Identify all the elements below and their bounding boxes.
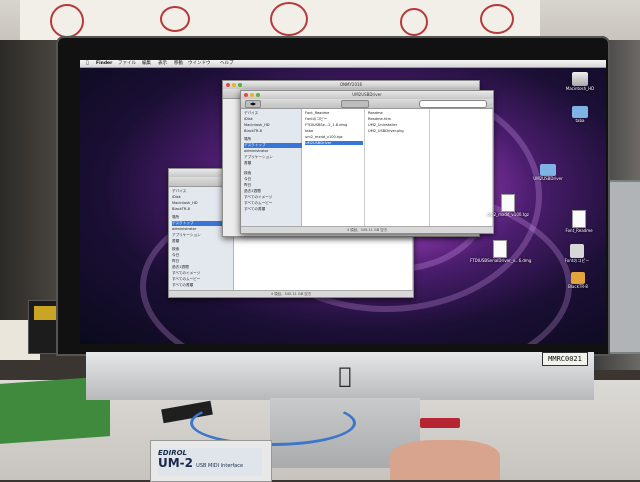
window-status-bar: 4 項目、545.11 GB 空き [241,226,493,233]
sidebar-item-documents[interactable]: すべての書類 [172,283,193,288]
sidebar-item-movies[interactable]: すべてのムービー [172,277,200,282]
menu-help[interactable]: ヘルプ [220,60,234,67]
sidebar-item-documents[interactable]: すべての書類 [244,207,265,212]
file-column-1: Font_Readme Fontのコピー FTDIUSBSe...2_1.8.d… [302,109,365,227]
finder-window-front[interactable]: UM2USBDriver ◀▶ デバイス iDisk Macintosh_HD … [240,90,494,234]
sidebar-item-docs[interactable]: 書類 [172,239,179,244]
folder-icon [572,106,588,118]
asset-tag-label: MMRC0021 [542,352,588,366]
file-item[interactable]: Fontのコピー [305,117,327,122]
file-item-selected[interactable]: UM2USBDriver [305,141,363,145]
sidebar-item-images[interactable]: すべてのイメージ [244,195,272,200]
desktop-icon-macintosh-hd[interactable]: Macintosh_HD [558,72,602,91]
file-item[interactable]: UM2_USBDriver.pkg [368,129,404,133]
sidebar-item-blacktr8[interactable]: BlackTR-8 [172,207,190,211]
archive-icon [501,194,515,212]
hard-drive-icon [572,72,588,86]
sidebar-item-docs[interactable]: 書類 [244,161,251,166]
sidebar-item-desktop[interactable]: デスクトップ [244,143,302,148]
sidebar-item-today[interactable]: 今日 [172,253,179,258]
file-item[interactable]: FTDIUSBSe...2_1.8.dmg [305,123,347,127]
sidebar-item-apps[interactable]: アプリケーション [244,155,273,160]
sidebar-item-yesterday[interactable]: 昨日 [244,183,251,188]
sidebar-item-week[interactable]: 過去1週間 [172,265,189,270]
desktop-icon-um2-mxdd[interactable]: um2_mxdd_v100.tgz [482,194,534,217]
menu-view[interactable]: 表示 [158,60,167,67]
file-item[interactable]: UM2_Uninstaller [368,123,397,127]
file-item[interactable]: um2_mxdd_v100.tgz [305,135,343,139]
file-item[interactable]: Readme [368,111,383,115]
apple-logo-icon:  [334,365,356,389]
apple-menu-icon[interactable]:  [86,60,89,67]
drive-icon [571,272,585,284]
window-title: UM2USBDriver [352,92,382,97]
sidebar-header-search: 検索 [172,247,180,251]
sidebar-item-today[interactable]: 今日 [244,177,251,182]
window-title: ONMY2016 [339,82,363,87]
shelf [0,40,60,340]
sidebar-header-search: 検索 [244,171,252,175]
sidebar-header-places: 場所 [244,137,252,141]
sidebar-item-macintosh-hd[interactable]: Macintosh_HD [244,123,270,127]
desktop-icon-ftdi[interactable]: FTDIUSBSerialDriver_v...6.dmg [470,240,531,263]
sidebar-header-devices: デバイス [172,189,187,193]
window-toolbar: ◀▶ [241,99,493,109]
view-switcher[interactable] [341,100,369,108]
file-column-2: Readme Readme.htm UM2_Uninstaller UM2_US… [365,109,430,227]
menu-bar:  Finder ファイル 編集 表示 移動 ウインドウ ヘルプ [80,60,606,68]
back-forward-icon[interactable]: ◀▶ [245,100,261,108]
window-status-bar: 4 項目、545.11 GB 空き [169,290,413,297]
menu-edit[interactable]: 編集 [142,60,151,67]
usb-midi-label: EDIROL UM-2 USB MIDI Interface [158,448,262,476]
hand [390,440,500,480]
subtitle-label: USB MIDI Interface [196,463,244,469]
desktop-screen:  Finder ファイル 編集 表示 移動 ウインドウ ヘルプ デバイス iD… [80,60,606,344]
file-item[interactable]: Readme.htm [368,117,391,121]
sidebar-header-places: 場所 [172,215,180,219]
desktop-icon-font-copy[interactable]: Fontのコピー [552,244,602,263]
document-icon [572,210,586,228]
file-item[interactable]: taba [305,129,313,133]
file-item[interactable]: Font_Readme [305,111,329,115]
sidebar-item-blacktr8[interactable]: BlackTR-8 [244,129,262,133]
sidebar-item-idisk[interactable]: iDisk [172,195,181,199]
sidebar-item-apps[interactable]: アプリケーション [172,233,201,238]
desktop-icon-um2usbdriver[interactable]: UM2USBDriver [522,164,574,181]
model-label: UM-2 [158,456,194,470]
sidebar-item-images[interactable]: すべてのイメージ [172,271,200,276]
window-sidebar: デバイス iDisk Macintosh_HD BlackTR-8 場所 デスク… [241,109,302,227]
sidebar-item-admin[interactable]: administrator [244,149,268,153]
menu-go[interactable]: 移動 [174,60,183,67]
desktop-icon-font-readme[interactable]: Font_Readme [554,210,604,233]
sidebar-header-devices: デバイス [244,111,259,115]
usb-stick [420,418,460,428]
desktop-icon-blacktr8[interactable]: BlackTR-8 [554,272,602,289]
installer-icon [570,244,584,258]
sidebar-item-yesterday[interactable]: 昨日 [172,259,179,264]
sidebar-item-macintosh-hd[interactable]: Macintosh_HD [172,201,198,205]
sidebar-item-idisk[interactable]: iDisk [244,117,253,121]
desktop-icon-taba[interactable]: taba [558,106,602,123]
menu-file[interactable]: ファイル [118,60,136,67]
folder-icon [540,164,556,176]
sidebar-item-admin[interactable]: administrator [172,227,196,231]
disk-image-icon [493,240,507,258]
search-input[interactable] [419,100,487,108]
sidebar-item-week[interactable]: 過去1週間 [244,189,261,194]
menu-window[interactable]: ウインドウ [188,60,211,67]
sidebar-item-movies[interactable]: すべてのムービー [244,201,272,206]
menu-app-finder[interactable]: Finder [96,60,112,67]
